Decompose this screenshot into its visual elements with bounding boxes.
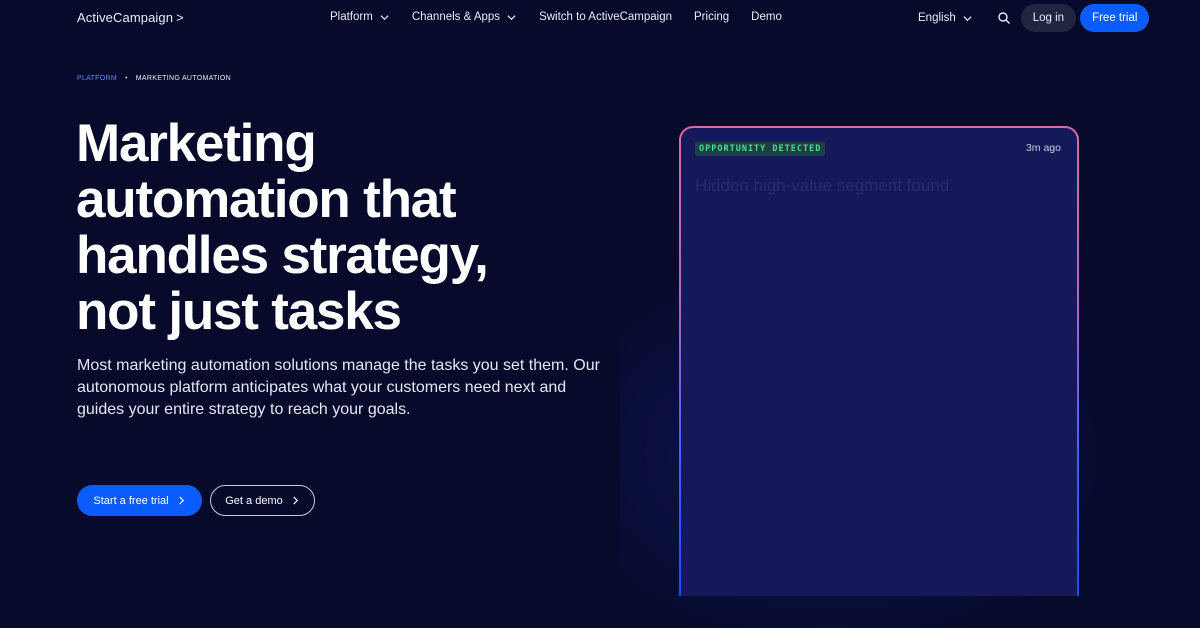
title-line: Marketing [76, 114, 317, 173]
breadcrumb-platform[interactable]: PLATFORM [77, 75, 117, 82]
menu-item-label: Switch to ActiveCampaign [539, 11, 673, 23]
menu-item-pricing[interactable]: Pricing [694, 11, 729, 23]
get-demo-button[interactable]: Get a demo [210, 485, 315, 516]
menu-item-channels-apps[interactable]: Channels & Apps [412, 11, 517, 23]
page-title: Marketing automation that handles strate… [76, 116, 596, 340]
menu-item-platform[interactable]: Platform [330, 11, 390, 23]
chevron-right-icon [293, 496, 298, 505]
chevron-down-icon [380, 14, 389, 20]
title-line: not just tasks [76, 282, 402, 341]
chevron-down-icon [507, 14, 516, 20]
main-menu: Platform Channels & Apps Switch to Activ… [330, 11, 804, 23]
status-badge: OPPORTUNITY DETECTED [695, 142, 826, 156]
opportunity-card: OPPORTUNITY DETECTED 3m ago Hidden high-… [679, 126, 1079, 596]
breadcrumb-current: MARKETING AUTOMATION [135, 75, 231, 82]
title-line: handles strategy, [76, 226, 489, 285]
button-label: Get a demo [225, 494, 283, 507]
menu-item-label: Channels & Apps [411, 11, 501, 23]
menu-item-label: Platform [330, 11, 373, 23]
login-button[interactable]: Log in [1020, 4, 1077, 32]
button-label: Start a free trial [93, 494, 169, 507]
timestamp: 3m ago [1025, 142, 1061, 154]
language-selector[interactable]: English [918, 12, 973, 24]
free-trial-button[interactable]: Free trial [1080, 4, 1150, 32]
menu-item-demo[interactable]: Demo [751, 11, 782, 23]
menu-item-label: Demo [751, 11, 782, 23]
card-body: OPPORTUNITY DETECTED 3m ago Hidden high-… [681, 128, 1077, 596]
logo-chevron: > [176, 10, 184, 25]
chevron-right-icon [178, 496, 184, 505]
title-line: automation that [76, 170, 457, 229]
breadcrumb-separator: • [125, 75, 128, 82]
logo[interactable]: ActiveCampaign > [77, 10, 184, 25]
menu-item-label: Pricing [694, 11, 730, 23]
language-label: English [918, 12, 956, 24]
nav-actions: English Log in Free trial [918, 4, 1150, 32]
start-free-trial-button[interactable]: Start a free trial [77, 485, 202, 516]
hero-subtitle: Most marketing automation solutions mana… [77, 357, 600, 418]
breadcrumb: PLATFORM • MARKETING AUTOMATION [77, 75, 231, 82]
top-navigation: ActiveCampaign > Platform Channels & App… [0, 0, 1200, 36]
search-icon[interactable] [997, 11, 1011, 25]
logo-text: ActiveCampaign [77, 10, 174, 25]
chevron-down-icon [963, 15, 972, 21]
menu-item-switch[interactable]: Switch to ActiveCampaign [539, 11, 672, 23]
card-headline: Hidden high-value segment found [695, 176, 950, 195]
